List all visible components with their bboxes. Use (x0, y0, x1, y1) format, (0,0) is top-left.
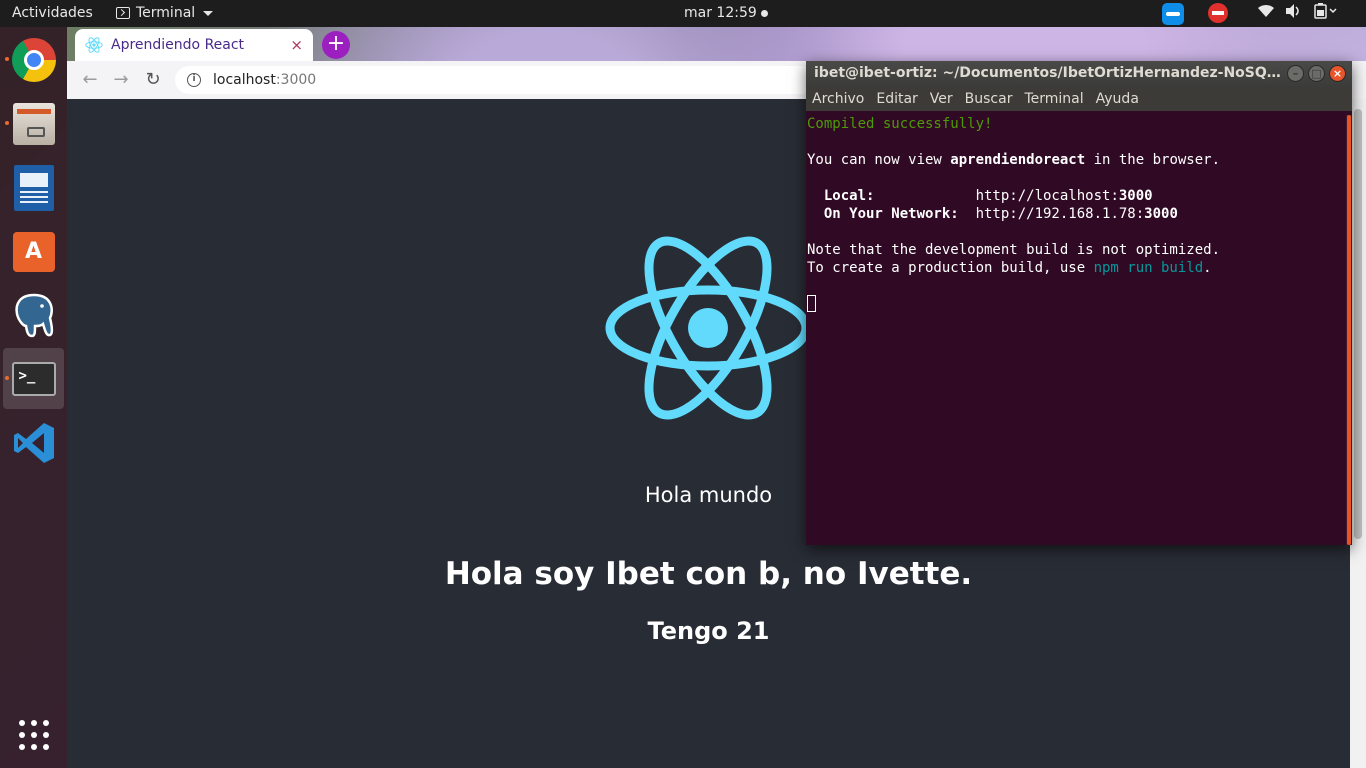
terminal-title: ibet@ibet-ortiz: ~/Documentos/IbetOrtizH… (814, 65, 1288, 81)
terminal-cursor (807, 295, 816, 312)
menu-terminal[interactable]: Terminal (1024, 91, 1083, 111)
tab-title: Aprendiendo React (111, 37, 245, 53)
battery-icon[interactable] (1314, 3, 1338, 19)
minimize-icon[interactable]: – (1287, 65, 1304, 82)
chrome-icon (11, 37, 56, 82)
files-icon (12, 102, 55, 145)
menu-buscar[interactable]: Buscar (965, 91, 1013, 111)
running-indicator (5, 121, 9, 125)
address-bar[interactable]: i localhost:3000 (175, 66, 815, 94)
terminal-menubar: Archivo Editar Ver Buscar Terminal Ayuda (806, 87, 1352, 111)
software-store-icon: A (12, 231, 55, 272)
react-favicon-icon (85, 37, 103, 53)
terminal-scrollbar-thumb[interactable] (1347, 115, 1351, 545)
app-menu-label: Terminal (136, 5, 196, 21)
page-scrollbar[interactable] (1350, 99, 1366, 768)
menu-archivo[interactable]: Archivo (812, 91, 864, 111)
network-url-line: On Your Network: http://192.168.1.78:300… (807, 206, 1178, 222)
url-port: :3000 (275, 72, 317, 88)
no-entry-icon[interactable] (1208, 3, 1228, 23)
compiled-line: Compiled successfully! (807, 116, 993, 132)
menu-editar[interactable]: Editar (876, 91, 917, 111)
terminal-scrollbar[interactable] (1346, 115, 1352, 545)
new-tab-button[interactable]: + (322, 31, 350, 59)
close-icon[interactable]: × (1329, 65, 1346, 82)
running-indicator (5, 376, 9, 380)
production-build-line: To create a production build, use npm ru… (807, 260, 1212, 276)
postgresql-elephant-icon (14, 293, 53, 337)
note-line: Note that the development build is not o… (807, 242, 1221, 258)
terminal-titlebar[interactable]: ibet@ibet-ortiz: ~/Documentos/IbetOrtizH… (806, 61, 1352, 87)
scrollbar-thumb[interactable] (1354, 109, 1362, 539)
app-grid-icon (18, 719, 49, 750)
app-menu[interactable]: Terminal (116, 5, 214, 21)
tab-strip: Aprendiendo React × + (67, 27, 1366, 61)
notification-dot-icon (760, 9, 768, 17)
terminal-icon: >_ (11, 361, 56, 396)
running-indicator (5, 57, 9, 61)
activities-button[interactable]: Actividades (12, 5, 93, 21)
tab-close-icon[interactable]: × (290, 36, 303, 54)
volume-icon[interactable] (1284, 3, 1302, 19)
terminal-window: ibet@ibet-ortiz: ~/Documentos/IbetOrtizH… (806, 61, 1352, 545)
react-logo (605, 236, 811, 420)
top-bar: Actividades Terminal mar 12:59 (0, 0, 1366, 27)
chevron-down-icon (203, 10, 214, 16)
menu-ayuda[interactable]: Ayuda (1096, 91, 1139, 111)
menu-ver[interactable]: Ver (930, 91, 953, 111)
show-applications-button[interactable] (3, 704, 64, 765)
writer-icon (13, 164, 54, 211)
vscode-icon (13, 422, 54, 463)
clock-label: mar 12:59 (684, 5, 757, 21)
vscode-launcher[interactable] (3, 412, 64, 473)
terminal-launcher[interactable]: >_ (3, 348, 64, 409)
dock: A >_ (0, 27, 67, 768)
local-url-line: Local: http://localhost:3000 (807, 188, 1153, 204)
forward-arrow-icon[interactable]: → (110, 69, 132, 91)
files-launcher[interactable] (3, 93, 64, 154)
terminal-small-icon (116, 7, 130, 19)
chrome-launcher[interactable] (3, 29, 64, 90)
view-line: You can now view aprendiendoreact in the… (807, 152, 1221, 168)
tab-aprendiendo-react[interactable]: Aprendiendo React × (75, 29, 313, 61)
url-host: localhost (213, 72, 276, 88)
reload-icon[interactable]: ↻ (142, 69, 164, 91)
software-launcher[interactable]: A (3, 221, 64, 282)
age-heading: Tengo 21 (647, 617, 770, 645)
pgadmin-launcher[interactable] (3, 284, 64, 345)
maximize-icon[interactable]: □ (1308, 65, 1325, 82)
page-heading: Hola soy Ibet con b, no Ivette. (444, 556, 973, 592)
clock[interactable]: mar 12:59 (684, 5, 768, 21)
terminal-output[interactable]: Compiled successfully!​You can now view … (807, 115, 1339, 545)
wifi-icon[interactable] (1257, 3, 1275, 19)
teamviewer-icon[interactable] (1162, 3, 1184, 25)
site-info-icon[interactable]: i (187, 73, 201, 87)
writer-launcher[interactable] (3, 157, 64, 218)
back-arrow-icon[interactable]: ← (79, 69, 101, 91)
